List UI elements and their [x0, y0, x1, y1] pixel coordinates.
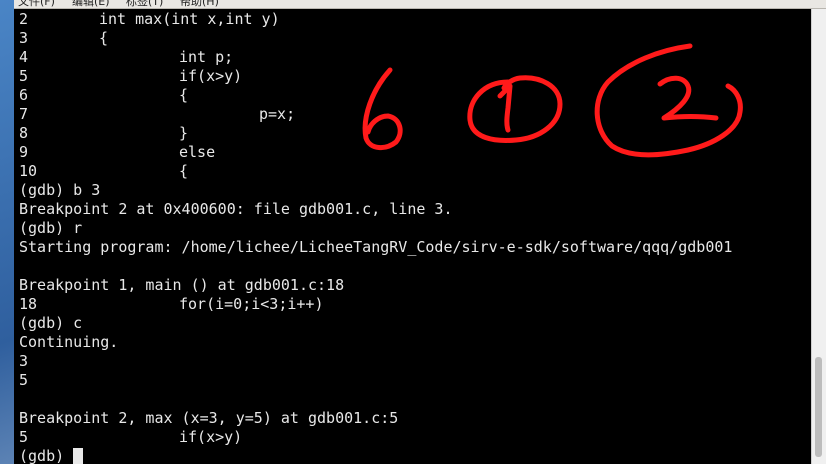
- menu-edit[interactable]: 编辑(E): [72, 0, 110, 8]
- source-code: if(x>y): [179, 428, 243, 446]
- source-code: else: [179, 143, 216, 161]
- terminal-line: 3{: [19, 29, 809, 48]
- source-line-number: 4: [19, 48, 29, 66]
- terminal-window: 文件(F) 编辑(E) 标签(T) 帮助(H) 2 int max(int x,i…: [14, 0, 826, 464]
- terminal-line: (gdb) r: [19, 219, 809, 238]
- source-line-number: 6: [19, 86, 29, 104]
- source-code: int max(int x,int y): [99, 10, 280, 28]
- terminal-output[interactable]: 2 int max(int x,int y) 3{4 int p; 5 if(x>y) 6{…: [19, 10, 809, 464]
- gdb-prompt: (gdb): [19, 447, 74, 464]
- output-text: Continuing.: [19, 333, 119, 351]
- source-code: {: [179, 162, 189, 180]
- source-code: for(i=0;i<3;i++): [179, 295, 324, 313]
- source-line-number: 8: [19, 124, 29, 142]
- terminal-line: Breakpoint 1, main () at gdb001.c:18: [19, 276, 809, 295]
- source-line-number: 5: [19, 67, 29, 85]
- menu-bar: 文件(F) 编辑(E) 标签(T) 帮助(H): [14, 0, 826, 9]
- output-text: 5: [19, 371, 29, 389]
- output-text: (gdb) r: [19, 219, 83, 237]
- terminal-line: (gdb) c: [19, 314, 809, 333]
- terminal-line: 4 int p;: [19, 48, 809, 67]
- source-code: }: [179, 124, 189, 142]
- output-text: Breakpoint 2 at 0x400600: file gdb001.c,…: [19, 200, 453, 218]
- terminal-line: 5 if(x>y): [19, 428, 809, 447]
- terminal-line: 5: [19, 371, 809, 390]
- source-code: {: [99, 29, 109, 47]
- output-text: (gdb) c: [19, 314, 83, 332]
- output-text: Starting program: /home/lichee/LicheeTan…: [19, 238, 733, 256]
- scrollbar-thumb[interactable]: [815, 357, 822, 457]
- source-line-number: 2: [19, 10, 29, 28]
- source-code: {: [179, 86, 189, 104]
- terminal-line: 10 {: [19, 162, 809, 181]
- source-line-number: 10: [19, 162, 38, 180]
- source-line-number: 7: [19, 105, 29, 123]
- output-text: Breakpoint 2, max (x=3, y=5) at gdb001.c…: [19, 409, 399, 427]
- source-code: int p;: [179, 48, 234, 66]
- terminal-line: Breakpoint 2, max (x=3, y=5) at gdb001.c…: [19, 409, 809, 428]
- terminal-line: Starting program: /home/lichee/LicheeTan…: [19, 238, 809, 257]
- output-text: 3: [19, 352, 29, 370]
- source-code: p=x;: [259, 105, 296, 123]
- output-text: (gdb) b 3: [19, 181, 101, 199]
- terminal-line: (gdb) b 3: [19, 181, 809, 200]
- terminal-line: Continuing.: [19, 333, 809, 352]
- menu-file[interactable]: 文件(F): [18, 0, 55, 8]
- prompt-line[interactable]: (gdb): [19, 447, 809, 464]
- source-line-number: 3: [19, 29, 29, 47]
- output-text: Breakpoint 1, main () at gdb001.c:18: [19, 276, 345, 294]
- source-line-number: 5: [19, 428, 29, 446]
- source-line-number: 9: [19, 143, 29, 161]
- source-line-number: 18: [19, 295, 38, 313]
- terminal-line: 2 int max(int x,int y): [19, 10, 809, 29]
- terminal-line: 3: [19, 352, 809, 371]
- terminal-line: Breakpoint 2 at 0x400600: file gdb001.c,…: [19, 200, 809, 219]
- terminal-line: 6{: [19, 86, 809, 105]
- source-code: if(x>y): [179, 67, 243, 85]
- terminal-line: 7 p=x;: [19, 105, 809, 124]
- menu-tabs[interactable]: 标签(T): [126, 0, 163, 8]
- text-cursor: [73, 448, 84, 464]
- menu-help[interactable]: 帮助(H): [180, 0, 219, 8]
- terminal-line: 18 for(i=0;i<3;i++): [19, 295, 809, 314]
- terminal-line: 8}: [19, 124, 809, 143]
- terminal-line: 5 if(x>y): [19, 67, 809, 86]
- vertical-scrollbar[interactable]: [811, 9, 826, 464]
- terminal-line: 9 else: [19, 143, 809, 162]
